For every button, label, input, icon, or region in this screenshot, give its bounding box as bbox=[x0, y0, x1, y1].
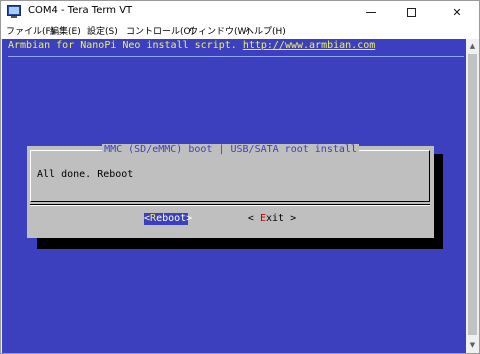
dialog-title: MMC (SD/eMMC) boot | USB/SATA root insta… bbox=[27, 144, 434, 155]
vertical-scrollbar[interactable]: ▲ ▼ bbox=[466, 39, 479, 353]
menu-item-edit[interactable]: 編集(E) bbox=[50, 24, 81, 37]
terminal-header-link[interactable]: http://www.armbian.com bbox=[243, 40, 375, 51]
scroll-down-arrow-icon[interactable]: ▼ bbox=[466, 339, 479, 351]
close-icon: ✕ bbox=[452, 5, 462, 19]
menu-item-help[interactable]: ヘルプ(H) bbox=[245, 24, 286, 37]
exit-close-bracket: > bbox=[284, 213, 297, 224]
tera-term-window: COM4 - Tera Term VT ✕ ファイル(F) 編集(E) 設定(S… bbox=[0, 0, 480, 354]
dialog-message: All done. Reboot bbox=[37, 169, 134, 180]
dialog-separator bbox=[30, 204, 430, 206]
exit-button[interactable]: < Exit > bbox=[247, 213, 297, 225]
install-dialog: MMC (SD/eMMC) boot | USB/SATA root insta… bbox=[27, 144, 434, 238]
menu-item-file[interactable]: ファイル(F) bbox=[6, 24, 54, 37]
reboot-button[interactable]: <Reboot> bbox=[144, 213, 192, 225]
terminal-header-rule bbox=[8, 56, 464, 57]
dialog-title-text: MMC (SD/eMMC) boot | USB/SATA root insta… bbox=[102, 144, 359, 155]
scroll-up-arrow-icon[interactable]: ▲ bbox=[466, 40, 479, 52]
title-bar[interactable]: COM4 - Tera Term VT ✕ bbox=[1, 1, 479, 23]
terminal-header-line: Armbian for NanoPi Neo install script. h… bbox=[8, 40, 375, 51]
terminal-header-text: Armbian for NanoPi Neo install script. bbox=[8, 40, 243, 51]
terminal-area[interactable]: Armbian for NanoPi Neo install script. h… bbox=[2, 39, 466, 353]
reboot-close-bracket: > bbox=[186, 213, 193, 224]
reboot-label: eboot bbox=[156, 213, 187, 224]
scroll-thumb[interactable] bbox=[468, 54, 477, 335]
menu-item-window[interactable]: ウィンドウ(W) bbox=[189, 24, 250, 37]
exit-label: xit bbox=[265, 213, 285, 224]
tera-term-icon bbox=[7, 5, 21, 18]
maximize-button[interactable] bbox=[393, 1, 429, 23]
menu-bar: ファイル(F) 編集(E) 設定(S) コントロール(O) ウィンドウ(W) ヘ… bbox=[1, 23, 479, 40]
window-title: COM4 - Tera Term VT bbox=[28, 5, 133, 16]
exit-open-bracket: < bbox=[247, 213, 260, 224]
maximize-icon bbox=[406, 7, 416, 17]
close-button[interactable]: ✕ bbox=[439, 1, 475, 23]
menu-item-setup[interactable]: 設定(S) bbox=[87, 24, 118, 37]
menu-item-control[interactable]: コントロール(O) bbox=[126, 24, 194, 37]
minimize-icon bbox=[366, 11, 376, 13]
minimize-button[interactable] bbox=[353, 1, 389, 23]
